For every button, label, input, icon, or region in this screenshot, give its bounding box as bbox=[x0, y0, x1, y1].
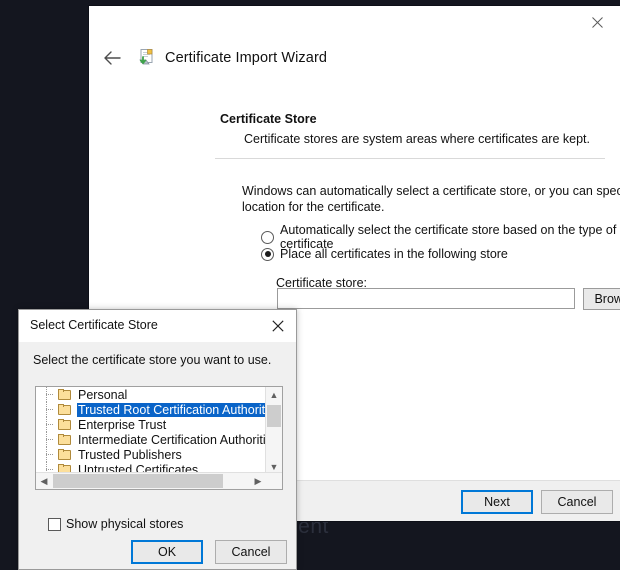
dialog-prompt: Select the certificate store you want to… bbox=[33, 353, 271, 367]
tree-line-icon bbox=[44, 387, 58, 402]
horizontal-scrollbar[interactable]: ◀ ▶ bbox=[36, 472, 282, 489]
list-item-label: Personal bbox=[77, 388, 128, 402]
wizard-titlebar bbox=[89, 6, 620, 40]
list-item-label-selected: Trusted Root Certification Authorities bbox=[77, 403, 267, 417]
close-icon[interactable] bbox=[264, 314, 292, 338]
list-item[interactable]: Personal bbox=[36, 387, 267, 402]
list-item-label: Enterprise Trust bbox=[77, 418, 167, 432]
tree-line-icon bbox=[44, 417, 58, 432]
certificate-store-listbox[interactable]: Personal Trusted Root Certification Auth… bbox=[35, 386, 283, 490]
select-certificate-store-dialog: Select Certificate Store Select the cert… bbox=[18, 309, 297, 570]
list-item[interactable]: Enterprise Trust bbox=[36, 417, 267, 432]
checkbox-icon bbox=[48, 518, 61, 531]
list-item[interactable]: Trusted Root Certification Authorities bbox=[36, 402, 267, 417]
folder-icon bbox=[58, 389, 72, 401]
page-title: Certificate Store bbox=[220, 112, 317, 126]
list-item[interactable]: Trusted Publishers bbox=[36, 447, 267, 462]
instruction-text: Windows can automatically select a certi… bbox=[242, 183, 620, 215]
radio-place-all-in-store-label: Place all certificates in the following … bbox=[280, 247, 508, 261]
wizard-header: Certificate Import Wizard bbox=[89, 40, 620, 76]
page-subtitle: Certificate stores are system areas wher… bbox=[244, 132, 590, 146]
cancel-button[interactable]: Cancel bbox=[541, 490, 613, 514]
back-arrow-icon[interactable] bbox=[97, 43, 127, 73]
close-icon[interactable] bbox=[580, 9, 614, 35]
radio-place-all-in-store[interactable]: Place all certificates in the following … bbox=[261, 247, 508, 261]
list-item-label: Intermediate Certification Authorities bbox=[77, 433, 267, 447]
folder-icon bbox=[58, 449, 72, 461]
list-item[interactable]: Intermediate Certification Authorities bbox=[36, 432, 267, 447]
browse-button[interactable]: Browse... bbox=[583, 288, 620, 310]
certificate-store-list: Personal Trusted Root Certification Auth… bbox=[36, 387, 267, 475]
window-title: Certificate Import Wizard bbox=[165, 50, 327, 66]
scroll-right-icon[interactable]: ▶ bbox=[250, 473, 266, 489]
show-physical-stores-checkbox[interactable]: Show physical stores bbox=[48, 517, 183, 531]
ok-button[interactable]: OK bbox=[131, 540, 203, 564]
dialog-title: Select Certificate Store bbox=[30, 318, 158, 332]
tree-line-icon bbox=[44, 447, 58, 462]
radio-button-icon bbox=[261, 231, 274, 244]
folder-icon bbox=[58, 434, 72, 446]
vertical-scrollbar-thumb[interactable] bbox=[267, 405, 281, 427]
next-button[interactable]: Next bbox=[461, 490, 533, 514]
folder-icon bbox=[58, 404, 72, 416]
scrollbar-corner bbox=[266, 473, 282, 489]
certificate-store-input[interactable] bbox=[277, 288, 575, 309]
list-item-label: Trusted Publishers bbox=[77, 448, 183, 462]
dialog-cancel-button[interactable]: Cancel bbox=[215, 540, 287, 564]
certificate-import-icon bbox=[137, 48, 157, 68]
show-physical-stores-label: Show physical stores bbox=[66, 517, 183, 531]
dialog-titlebar: Select Certificate Store bbox=[19, 310, 296, 342]
tree-line-icon bbox=[44, 432, 58, 447]
tree-line-icon bbox=[44, 402, 58, 417]
divider bbox=[215, 158, 605, 159]
horizontal-scrollbar-thumb[interactable] bbox=[53, 474, 223, 488]
scroll-left-icon[interactable]: ◀ bbox=[36, 473, 52, 489]
vertical-scrollbar[interactable]: ▲ ▼ bbox=[265, 387, 282, 475]
scroll-up-icon[interactable]: ▲ bbox=[266, 387, 282, 403]
radio-button-selected-icon bbox=[261, 248, 274, 261]
folder-icon bbox=[58, 419, 72, 431]
